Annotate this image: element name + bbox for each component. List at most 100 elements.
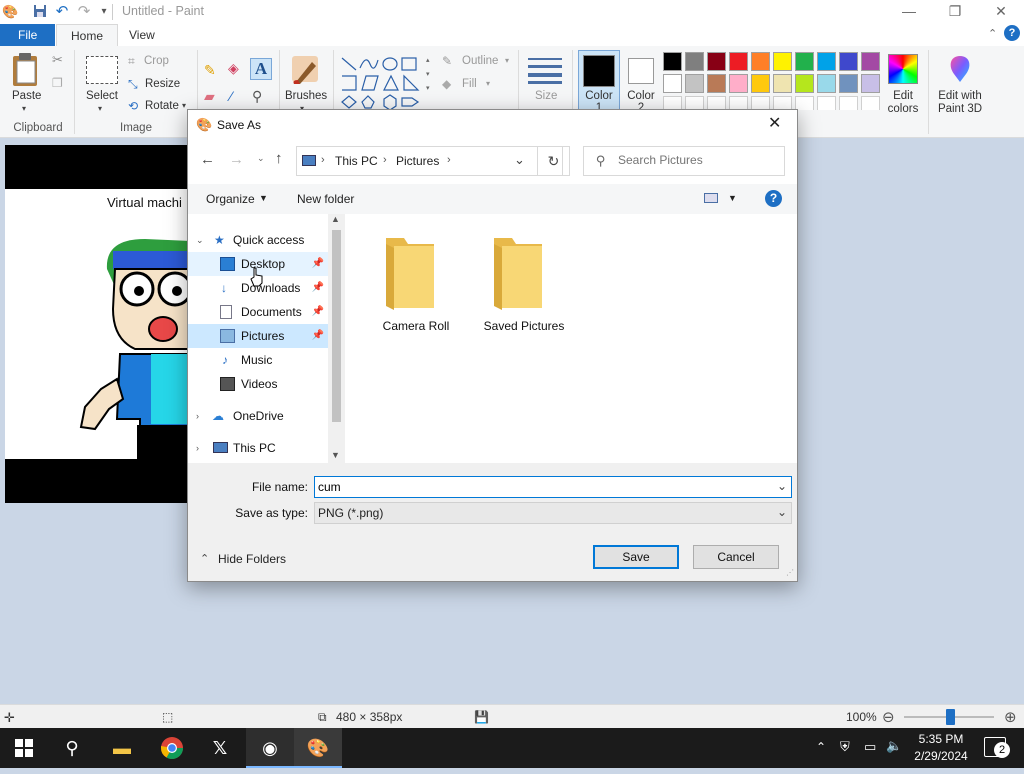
dialog-title-bar[interactable]: 🎨 Save As ✕ — [188, 110, 797, 140]
palette-color-swatch[interactable] — [861, 52, 880, 71]
palette-color-swatch[interactable] — [707, 74, 726, 93]
palette-color-swatch[interactable] — [729, 74, 748, 93]
hide-folders-button[interactable]: Hide Folders — [218, 552, 286, 566]
cancel-button[interactable]: Cancel — [693, 545, 779, 569]
network-icon[interactable]: ▭ — [864, 739, 876, 755]
collapse-ribbon-icon[interactable]: ⌃ — [988, 27, 997, 40]
recent-locations-icon[interactable]: ⌄ — [257, 153, 265, 164]
palette-color-swatch[interactable] — [751, 52, 770, 71]
paste-icon[interactable] — [10, 52, 44, 88]
folder-camera-roll[interactable] — [380, 232, 440, 312]
pin-icon[interactable]: 📌 — [312, 300, 324, 324]
palette-color-swatch[interactable] — [707, 52, 726, 71]
resize-grip-icon[interactable]: ⋰ — [786, 568, 794, 577]
palette-color-swatch[interactable] — [685, 52, 704, 71]
palette-color-swatch[interactable] — [773, 52, 792, 71]
scroll-up-icon[interactable]: ▲ — [331, 214, 340, 224]
zoom-slider-thumb[interactable] — [946, 709, 955, 725]
palette-color-swatch[interactable] — [685, 74, 704, 93]
customize-qat-icon[interactable]: ▾ — [96, 4, 112, 20]
text-tool-icon[interactable]: A — [250, 58, 272, 80]
palette-color-swatch[interactable] — [839, 52, 858, 71]
shapes-gallery[interactable] — [340, 54, 424, 112]
color-picker-icon[interactable]: ⁄ — [230, 88, 232, 104]
edit-colors-button[interactable]: Edit colors — [882, 90, 924, 116]
size-icon[interactable] — [528, 58, 562, 84]
save-as-type-select[interactable]: PNG (*.png) ⌄ — [314, 502, 792, 524]
dialog-close-button[interactable]: ✕ — [768, 113, 781, 133]
refresh-button[interactable]: ↻ — [537, 146, 570, 176]
tab-home[interactable]: Home — [56, 24, 119, 46]
palette-color-swatch[interactable] — [729, 52, 748, 71]
nav-pictures[interactable]: Pictures 📌 — [188, 324, 328, 348]
edit-with-paint3d-button[interactable]: Edit with Paint 3D — [934, 90, 986, 116]
save-as-type-dropdown-icon[interactable]: ⌄ — [777, 505, 787, 519]
breadcrumb-this-pc[interactable]: This PC — [335, 154, 378, 168]
clock-time[interactable]: 5:35 PM — [912, 732, 970, 746]
search-taskbar-icon[interactable]: ⚲ — [48, 728, 96, 768]
palette-color-swatch[interactable] — [663, 74, 682, 93]
chrome-icon[interactable] — [148, 728, 196, 768]
file-name-dropdown-icon[interactable]: ⌄ — [777, 479, 787, 493]
nav-this-pc[interactable]: › This PC — [188, 436, 328, 460]
x-app-icon[interactable]: 𝕏 — [196, 728, 244, 768]
search-input[interactable] — [618, 153, 778, 167]
organize-dropdown-icon[interactable]: ▼ — [259, 193, 268, 203]
color2-swatch[interactable] — [628, 58, 654, 84]
brushes-icon[interactable] — [288, 54, 322, 88]
minimize-button[interactable]: — — [886, 0, 932, 24]
fill-bucket-icon[interactable]: ◈ — [228, 60, 239, 77]
redo-icon[interactable]: ↷ — [76, 4, 92, 20]
nav-onedrive[interactable]: › ☁ OneDrive — [188, 404, 328, 428]
paint-taskbar-icon[interactable]: 🎨 — [294, 728, 342, 768]
save-button[interactable]: Save — [593, 545, 679, 569]
palette-color-swatch[interactable] — [773, 74, 792, 93]
folder-saved-pictures[interactable] — [488, 232, 548, 312]
search-box[interactable]: ⚲ — [583, 146, 785, 176]
palette-color-swatch[interactable] — [663, 52, 682, 71]
up-arrow-icon[interactable]: ↑ — [275, 150, 283, 167]
show-hidden-icons[interactable]: ⌃ — [816, 740, 826, 754]
nav-scroll-thumb[interactable] — [332, 230, 341, 422]
scroll-down-icon[interactable]: ▼ — [331, 450, 340, 460]
select-button[interactable]: Select — [86, 90, 118, 102]
file-name-field[interactable]: ⌄ — [314, 476, 792, 498]
expand-chevron-icon[interactable]: › — [196, 436, 199, 460]
pin-icon[interactable]: 📌 — [312, 324, 324, 348]
eraser-icon[interactable]: ▰ — [204, 88, 215, 105]
palette-color-swatch[interactable] — [751, 74, 770, 93]
paint-app-icon[interactable]: 🎨 — [2, 4, 18, 20]
crop-button[interactable]: Crop — [144, 55, 169, 67]
maximize-button[interactable]: ❐ — [932, 0, 978, 24]
nav-music[interactable]: ♪ Music — [188, 348, 328, 372]
custom-color-swatch[interactable] — [663, 96, 682, 110]
custom-color-swatch[interactable] — [729, 96, 748, 110]
pin-icon[interactable]: 📌 — [312, 252, 324, 276]
select-icon[interactable] — [86, 56, 118, 84]
paste-button[interactable]: Paste — [12, 90, 41, 102]
nav-videos[interactable]: Videos — [188, 372, 328, 396]
custom-color-swatch[interactable] — [861, 96, 880, 110]
outline-button[interactable]: Outline — [462, 55, 498, 67]
address-bar[interactable]: › This PC › Pictures › ⌄ — [296, 146, 563, 176]
fill-dropdown-icon[interactable]: ▾ — [486, 79, 490, 88]
palette-color-swatch[interactable] — [839, 74, 858, 93]
paste-dropdown-icon[interactable]: ▾ — [22, 104, 26, 113]
custom-color-swatch[interactable] — [795, 96, 814, 110]
volume-icon[interactable]: 🔈 — [886, 738, 902, 754]
custom-color-swatch[interactable] — [751, 96, 770, 110]
custom-color-swatch[interactable] — [685, 96, 704, 110]
palette-color-swatch[interactable] — [795, 52, 814, 71]
shapes-scroll-icon[interactable]: ▴ ▾ ▾ — [426, 54, 430, 96]
palette-color-swatch[interactable] — [861, 74, 880, 93]
breadcrumb-pictures[interactable]: Pictures — [396, 154, 439, 168]
dialog-help-icon[interactable]: ? — [765, 190, 782, 207]
security-icon[interactable]: ⛨ — [840, 739, 850, 755]
zoom-out-button[interactable]: ⊖ — [882, 708, 895, 726]
custom-color-swatch[interactable] — [707, 96, 726, 110]
forward-arrow-icon[interactable]: → — [229, 151, 244, 168]
pin-icon[interactable]: 📌 — [312, 276, 324, 300]
paint3d-icon[interactable] — [946, 54, 974, 84]
new-folder-button[interactable]: New folder — [297, 192, 354, 206]
back-arrow-icon[interactable]: ← — [200, 151, 215, 168]
